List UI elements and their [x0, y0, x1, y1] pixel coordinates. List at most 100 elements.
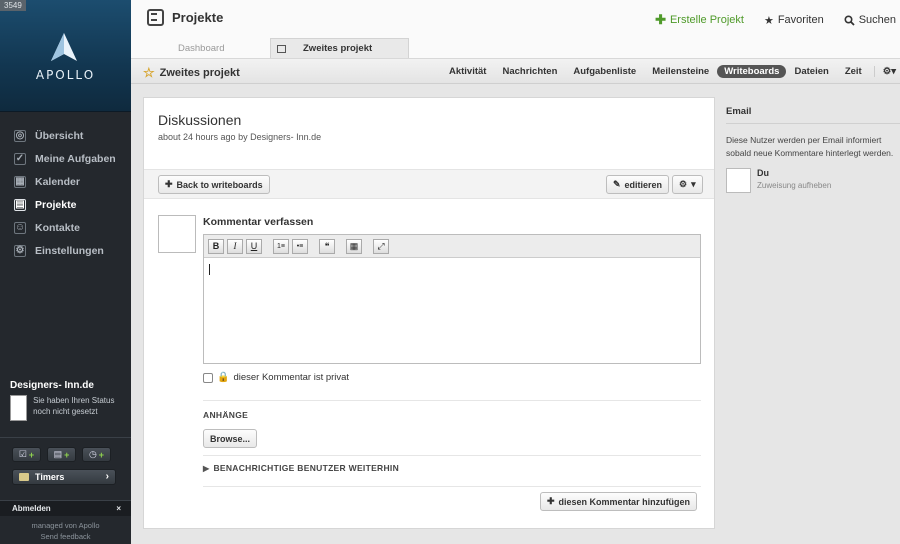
add-note-button[interactable]: ▤ +: [47, 447, 76, 462]
plus-icon: ✚: [547, 496, 555, 506]
clock-icon: ◷: [88, 449, 97, 459]
underline-button[interactable]: U: [246, 238, 262, 254]
discussion-title: Diskussionen: [158, 112, 242, 128]
task-icon: ☑: [18, 449, 27, 459]
button-label: Back to writeboards: [176, 179, 263, 190]
subnav-milestones[interactable]: Meilensteine: [644, 66, 717, 77]
pause-icon: [19, 473, 29, 481]
text-caret: [209, 264, 210, 275]
user-block: Designers- Inn.de Sie haben Ihren Status…: [10, 380, 126, 421]
button-label: editieren: [624, 179, 663, 190]
add-time-button[interactable]: ◷ +: [82, 447, 111, 462]
chevron-right-icon: ›: [105, 471, 109, 482]
sidebar-item-label: Übersicht: [35, 129, 84, 142]
email-description: Diese Nutzer werden per Email informiert…: [726, 135, 894, 158]
compose-title: Kommentar verfassen: [203, 216, 314, 228]
subnav-files[interactable]: Dateien: [786, 66, 836, 77]
calendar-icon: ▦: [14, 175, 26, 188]
private-label: dieser Kommentar ist privat: [233, 372, 350, 383]
avatar[interactable]: [10, 395, 28, 421]
recipient-name: Du: [757, 168, 769, 178]
subnav-messages[interactable]: Nachrichten: [494, 66, 565, 77]
brand-name: APOLLO: [35, 68, 96, 82]
sidebar-item-label: Einstellungen: [35, 244, 104, 257]
build-badge: 3549: [0, 0, 26, 11]
user-name[interactable]: Designers- Inn.de: [10, 380, 126, 391]
subnav-tasklist[interactable]: Aufgabenliste: [565, 66, 644, 77]
sidebar-item-label: Projekte: [35, 198, 77, 211]
sidebar-item-label: Kontakte: [35, 221, 80, 234]
star-icon: ★: [763, 14, 774, 27]
triangle-right-icon: ▶: [203, 463, 210, 473]
unassign-link[interactable]: Zuweisung aufheben: [757, 181, 831, 190]
projects-icon: ▤: [14, 198, 26, 211]
search-label: Suchen: [858, 14, 896, 26]
managed-by-text: managed von Apollo: [31, 521, 100, 530]
add-task-button[interactable]: ☑ +: [12, 447, 41, 462]
star-outline-icon[interactable]: ☆: [143, 65, 155, 81]
sidebar-item-projects[interactable]: ▤ Projekte: [0, 193, 131, 216]
user-status[interactable]: Sie haben Ihren Status noch nicht gesetz…: [33, 395, 126, 421]
project-icon: [277, 44, 286, 53]
create-project-button[interactable]: ✚ Erstelle Projekt: [655, 12, 744, 28]
tasks-icon: ✓: [14, 152, 26, 165]
projects-icon: [147, 9, 164, 26]
chevron-down-icon: ▾: [691, 179, 696, 189]
divider: [203, 455, 701, 456]
avatar: [726, 168, 751, 193]
email-heading: Email: [726, 98, 900, 124]
close-icon[interactable]: ×: [116, 504, 121, 513]
private-option: 🔒 dieser Kommentar ist privat: [203, 372, 349, 383]
card-toolbar: ✚ Back to writeboards ✎ editieren ⚙ ▾: [144, 169, 714, 199]
subnav-writeboards[interactable]: Writeboards: [717, 65, 787, 78]
sidebar-footer: managed von Apollo Send feedback: [0, 520, 131, 542]
create-project-label: Erstelle Projekt: [669, 14, 744, 26]
plus-icon: ✚: [655, 12, 666, 27]
timers-button[interactable]: Timers ›: [12, 469, 116, 485]
sidebar-item-label: Kalender: [35, 175, 80, 188]
avatar: [158, 215, 196, 253]
sidebar-item-calendar[interactable]: ▦ Kalender: [0, 170, 131, 193]
sidebar-item-contacts[interactable]: ☺ Kontakte: [0, 216, 131, 239]
tab-bar: Dashboard Zweites projekt: [131, 38, 900, 58]
code-button[interactable]: ▦: [346, 238, 362, 254]
tab-project[interactable]: Zweites projekt: [270, 38, 409, 58]
gear-icon: ⚙: [679, 179, 688, 189]
bold-button[interactable]: B: [208, 238, 224, 254]
sidebar-nav: ◎ Übersicht ✓ Meine Aufgaben ▦ Kalender …: [0, 124, 131, 262]
comment-editor[interactable]: B I U 1≡ •≡ ❝ ▦ ⤢: [203, 234, 701, 364]
contacts-icon: ☺: [14, 221, 26, 234]
options-button[interactable]: ⚙ ▾: [672, 175, 703, 194]
sidebar: 3549 APOLLO ◎ Übersicht ✓ Meine Aufgaben…: [0, 0, 131, 544]
private-checkbox[interactable]: [203, 372, 213, 383]
gear-icon[interactable]: ⚙▾: [873, 66, 896, 77]
italic-button[interactable]: I: [227, 238, 243, 254]
unordered-list-button[interactable]: •≡: [292, 238, 308, 254]
subnav-time[interactable]: Zeit: [837, 66, 870, 77]
discussion-meta: about 24 hours ago by Designers- Inn.de: [158, 132, 322, 142]
apollo-logo-icon: [51, 33, 77, 61]
tab-dashboard[interactable]: Dashboard: [178, 38, 224, 58]
logo-area: 3549 APOLLO: [0, 0, 131, 112]
attachments-label: ANHÄNGE: [203, 410, 249, 420]
notify-toggle[interactable]: ▶ BENACHRICHTIGE BENUTZER WEITERHIN: [203, 463, 399, 473]
browse-button[interactable]: Browse...: [203, 429, 258, 448]
back-to-writeboards-button[interactable]: ✚ Back to writeboards: [158, 175, 270, 194]
sidebar-item-tasks[interactable]: ✓ Meine Aufgaben: [0, 147, 131, 170]
subnav-activity[interactable]: Aktivität: [441, 66, 494, 77]
add-comment-button[interactable]: ✚ diesen Kommentar hinzufügen: [540, 492, 698, 511]
plus-icon: ✚: [165, 179, 173, 189]
sidebar-item-label: Meine Aufgaben: [35, 152, 116, 165]
divider: [203, 400, 701, 401]
ordered-list-button[interactable]: 1≡: [273, 238, 289, 254]
quote-button[interactable]: ❝: [319, 238, 335, 254]
sidebar-item-overview[interactable]: ◎ Übersicht: [0, 124, 131, 147]
logout-link[interactable]: Abmelden: [12, 504, 51, 513]
sidebar-item-settings[interactable]: ⚙ Einstellungen: [0, 239, 131, 262]
edit-button[interactable]: ✎ editieren: [606, 175, 670, 194]
favorites-button[interactable]: ★ Favoriten: [764, 12, 824, 28]
send-feedback-link[interactable]: Send feedback: [0, 531, 131, 542]
fullscreen-button[interactable]: ⤢: [373, 238, 389, 254]
search-button[interactable]: Suchen: [844, 12, 896, 28]
project-subnav: ☆ Zweites projekt Aktivität Nachrichten …: [131, 58, 900, 84]
